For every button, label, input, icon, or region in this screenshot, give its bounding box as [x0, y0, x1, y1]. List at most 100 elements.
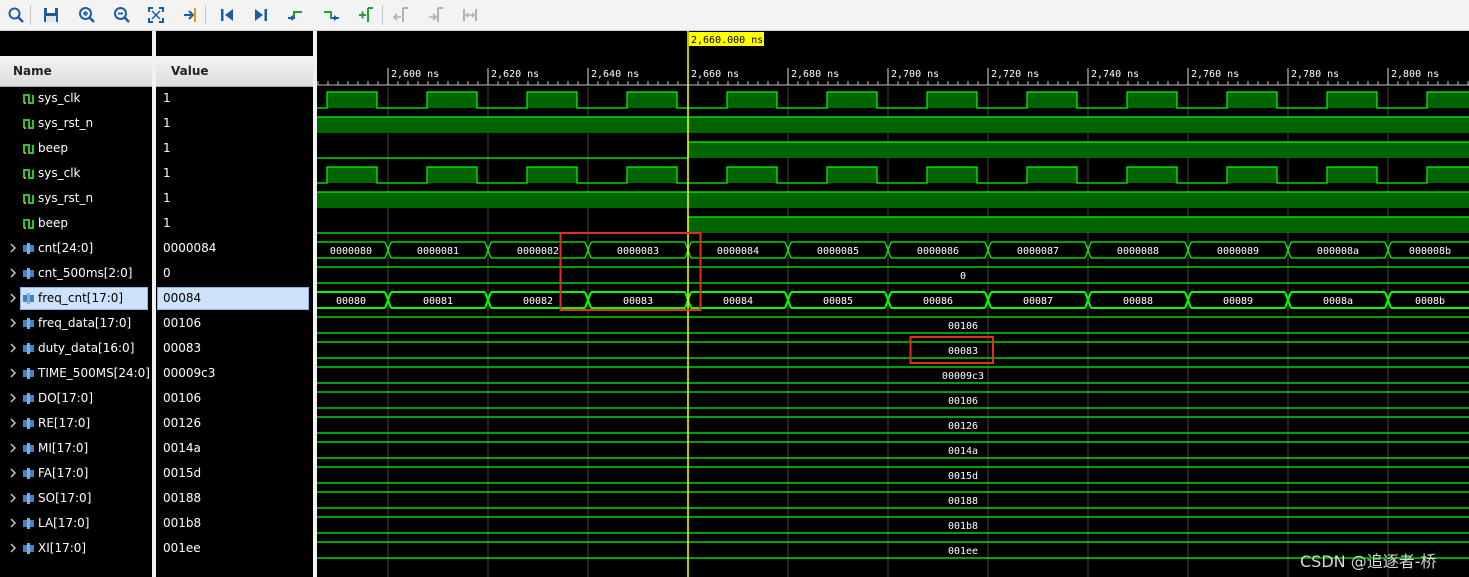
- bus-value-label: 0000087: [1017, 246, 1059, 257]
- signal-name-row[interactable]: TIME_500MS[24:0]: [0, 361, 152, 386]
- clock-high-fill: [1127, 167, 1177, 183]
- signal-name-row[interactable]: sys_clk: [0, 161, 152, 186]
- signal-name-row[interactable]: MI[17:0]: [0, 436, 152, 461]
- signal-name-row[interactable]: FA[17:0]: [0, 461, 152, 486]
- signal-value-row[interactable]: 0000084: [156, 236, 313, 261]
- timeline-tick-label: 2,620 ns: [491, 69, 539, 80]
- bus-value-label: 0000083: [617, 246, 659, 257]
- swap-cursors-button[interactable]: [459, 4, 481, 26]
- signal-name-row[interactable]: sys_clk: [0, 86, 152, 111]
- timeline-tick-label: 2,780 ns: [1291, 69, 1339, 80]
- signal-name-row[interactable]: duty_data[16:0]: [0, 336, 152, 361]
- chevron-right-icon[interactable]: [9, 492, 17, 504]
- add-marker-icon: [359, 7, 373, 22]
- signal-value-row[interactable]: 1: [156, 136, 313, 161]
- signal-value-row[interactable]: 00009c3: [156, 361, 313, 386]
- chevron-right-icon[interactable]: [9, 292, 17, 304]
- signal-name-row[interactable]: XI[17:0]: [0, 536, 152, 561]
- bus-value-label: 0000085: [817, 246, 859, 257]
- signal-name: cnt_500ms[2:0]: [38, 266, 133, 280]
- zoom-out-button[interactable]: [111, 4, 133, 26]
- chevron-right-icon[interactable]: [9, 417, 17, 429]
- signal-name-row[interactable]: LA[17:0]: [0, 511, 152, 536]
- signal-value-row[interactable]: 1: [156, 161, 313, 186]
- signal-value-row[interactable]: 0015d: [156, 461, 313, 486]
- chevron-right-icon[interactable]: [9, 267, 17, 279]
- chevron-right-icon[interactable]: [9, 342, 17, 354]
- go-to-start-button[interactable]: [216, 4, 238, 26]
- signal-value-row[interactable]: 0014a: [156, 436, 313, 461]
- chevron-right-icon[interactable]: [9, 517, 17, 529]
- chevron-right-icon[interactable]: [9, 367, 17, 379]
- go-to-end-button[interactable]: [250, 4, 272, 26]
- chevron-right-icon[interactable]: [9, 242, 17, 254]
- signal-name-row[interactable]: SO[17:0]: [0, 486, 152, 511]
- clock-high-fill: [827, 167, 877, 183]
- previous-marker-button[interactable]: [391, 4, 413, 26]
- bus-value-label: 00009c3: [942, 371, 984, 382]
- signal-value-row[interactable]: 00106: [156, 386, 313, 411]
- clock-high-fill: [327, 92, 377, 108]
- chevron-right-icon[interactable]: [9, 542, 17, 554]
- signal-value-row[interactable]: 00188: [156, 486, 313, 511]
- signal-value-row[interactable]: 1: [156, 86, 313, 111]
- zoom-in-button[interactable]: [76, 4, 98, 26]
- signal-name-row[interactable]: beep: [0, 136, 152, 161]
- zoom-in-icon: [79, 7, 95, 23]
- signal-value-row[interactable]: 00083: [156, 336, 313, 361]
- signal-value: 001ee: [163, 541, 201, 555]
- bus-value-label: 0008a: [1323, 296, 1353, 307]
- bus-value-label: 0000080: [330, 246, 372, 257]
- name-column-header[interactable]: Name: [0, 56, 152, 87]
- previous-transition-button[interactable]: [285, 4, 307, 26]
- signal-name-row[interactable]: DO[17:0]: [0, 386, 152, 411]
- signal-high-fill: [688, 142, 1469, 158]
- save-button[interactable]: [40, 4, 62, 26]
- cursor-time-label: 2,660.000 ns: [691, 35, 763, 46]
- bus-value-label: 00106: [948, 396, 978, 407]
- signal-value-row[interactable]: 0: [156, 261, 313, 286]
- next-marker-button[interactable]: [426, 4, 448, 26]
- signal-value-row[interactable]: 1: [156, 211, 313, 236]
- signal-value-row[interactable]: 1: [156, 111, 313, 136]
- signal-name-row[interactable]: freq_data[17:0]: [0, 311, 152, 336]
- chevron-right-icon[interactable]: [9, 467, 17, 479]
- signal-name-row[interactable]: cnt[24:0]: [0, 236, 152, 261]
- search-button[interactable]: [5, 4, 27, 26]
- bus-value-label: 00188: [948, 496, 978, 507]
- chevron-right-icon[interactable]: [9, 442, 17, 454]
- zoom-fit-button[interactable]: [145, 4, 167, 26]
- bus-value-label: 0000082: [517, 246, 559, 257]
- signal-value-row[interactable]: 001b8: [156, 511, 313, 536]
- signal-name-row[interactable]: RE[17:0]: [0, 411, 152, 436]
- clock-high-fill: [827, 92, 877, 108]
- signal-name-row[interactable]: freq_cnt[17:0]: [0, 286, 152, 311]
- bus-value-label: 0: [960, 271, 966, 282]
- go-to-cursor-button[interactable]: [180, 4, 202, 26]
- add-marker-button[interactable]: [355, 4, 377, 26]
- next-transition-button[interactable]: [320, 4, 342, 26]
- bus-value-label: 00089: [1223, 296, 1253, 307]
- signal-value-row[interactable]: 00126: [156, 411, 313, 436]
- signal-name-row[interactable]: beep: [0, 211, 152, 236]
- signal-name-row[interactable]: sys_rst_n: [0, 186, 152, 211]
- bus-value-label: 0000081: [417, 246, 459, 257]
- bus-value-label: 0008b: [1415, 296, 1445, 307]
- waveform-area[interactable]: 2,600 ns 2,620 ns 2,640 ns 2,660 ns 2,680 ns…: [317, 31, 1469, 577]
- signal-name-row[interactable]: sys_rst_n: [0, 111, 152, 136]
- signal-value-row[interactable]: 1: [156, 186, 313, 211]
- value-column-header[interactable]: Value: [156, 56, 313, 87]
- bus-waveform: [317, 341, 1469, 359]
- bus-value-label: 0000089: [1217, 246, 1259, 257]
- signal-value-row[interactable]: 00106: [156, 311, 313, 336]
- timeline-tick-label: 2,660 ns: [691, 69, 739, 80]
- chevron-right-icon[interactable]: [9, 317, 17, 329]
- chevron-right-icon[interactable]: [9, 392, 17, 404]
- signal-name-row[interactable]: cnt_500ms[2:0]: [0, 261, 152, 286]
- signal-value-row[interactable]: 001ee: [156, 536, 313, 561]
- signal-name: beep: [38, 141, 68, 155]
- bus-value-label: 001ee: [948, 546, 978, 557]
- bus-value-label: 000008b: [1409, 246, 1451, 257]
- signal-value-row[interactable]: 00084: [156, 286, 313, 311]
- clock-high-fill: [727, 92, 777, 108]
